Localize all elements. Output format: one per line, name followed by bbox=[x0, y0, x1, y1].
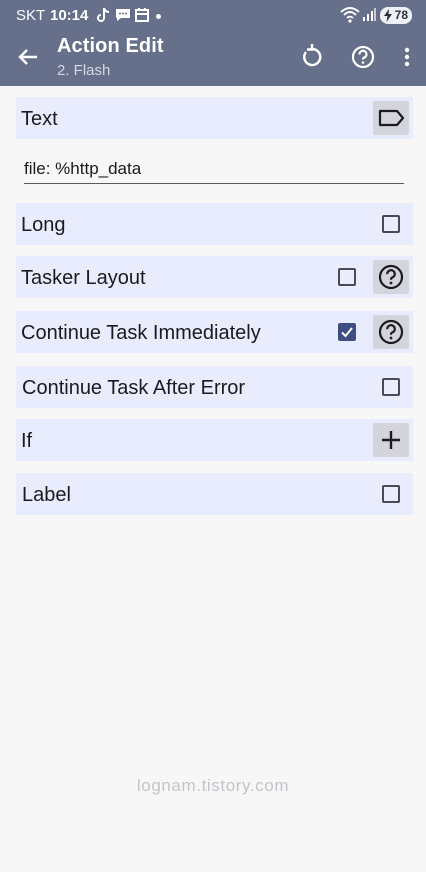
text-input-value: file: %http_data bbox=[24, 159, 142, 178]
if-label: If bbox=[21, 430, 33, 452]
if-row: If bbox=[16, 419, 413, 461]
long-row[interactable]: Long bbox=[16, 203, 413, 245]
help-icon[interactable] bbox=[348, 42, 378, 72]
text-label: Text bbox=[21, 108, 58, 130]
tasker-layout-checkbox[interactable] bbox=[338, 268, 356, 286]
plus-icon[interactable] bbox=[373, 423, 409, 457]
long-label: Long bbox=[21, 214, 66, 236]
back-arrow-icon[interactable] bbox=[14, 42, 44, 72]
tasker-layout-label: Tasker Layout bbox=[21, 267, 146, 289]
more-notifications-dot bbox=[156, 14, 161, 19]
label-label: Label bbox=[22, 484, 71, 506]
battery-level: 78 bbox=[394, 8, 408, 22]
continue-immediately-label: Continue Task Immediately bbox=[21, 322, 261, 344]
watermark: lognam.tistory.com bbox=[136, 776, 290, 795]
label-tag-icon[interactable] bbox=[373, 101, 409, 135]
status-time: 10:14 bbox=[50, 7, 89, 24]
carrier-name: SKT bbox=[16, 7, 46, 24]
chat-bubble-icon bbox=[114, 6, 132, 24]
continue-immediately-row[interactable]: Continue Task Immediately bbox=[16, 311, 413, 353]
tiktok-icon bbox=[96, 6, 114, 24]
help-icon[interactable] bbox=[373, 260, 409, 294]
long-checkbox[interactable] bbox=[382, 215, 400, 233]
continue-immediately-checkbox[interactable] bbox=[338, 323, 356, 341]
reset-icon[interactable] bbox=[297, 42, 327, 72]
top-bar: SKT 10:14 78 Action Edit 2. Flash bbox=[0, 0, 426, 86]
label-checkbox[interactable] bbox=[382, 485, 400, 503]
page-subtitle: 2. Flash bbox=[57, 62, 111, 79]
text-input[interactable]: file: %http_data bbox=[24, 152, 404, 184]
text-row: Text bbox=[16, 97, 413, 139]
label-row[interactable]: Label bbox=[16, 473, 413, 515]
more-vert-icon[interactable] bbox=[392, 42, 422, 72]
help-icon[interactable] bbox=[373, 315, 409, 349]
calendar-icon bbox=[134, 6, 152, 24]
page-title: Action Edit bbox=[57, 35, 164, 57]
app-bar: Action Edit 2. Flash bbox=[0, 30, 426, 86]
continue-after-error-row[interactable]: Continue Task After Error bbox=[16, 366, 413, 408]
signal-icon bbox=[362, 6, 376, 24]
continue-after-error-checkbox[interactable] bbox=[382, 378, 400, 396]
wifi-icon bbox=[340, 6, 360, 24]
status-bar: SKT 10:14 78 bbox=[0, 0, 426, 30]
tasker-layout-row[interactable]: Tasker Layout bbox=[16, 256, 413, 298]
screen: SKT 10:14 78 Action Edit 2. Flash Text f… bbox=[0, 0, 426, 872]
battery-charging-icon: 78 bbox=[380, 7, 412, 24]
continue-after-error-label: Continue Task After Error bbox=[22, 377, 246, 399]
